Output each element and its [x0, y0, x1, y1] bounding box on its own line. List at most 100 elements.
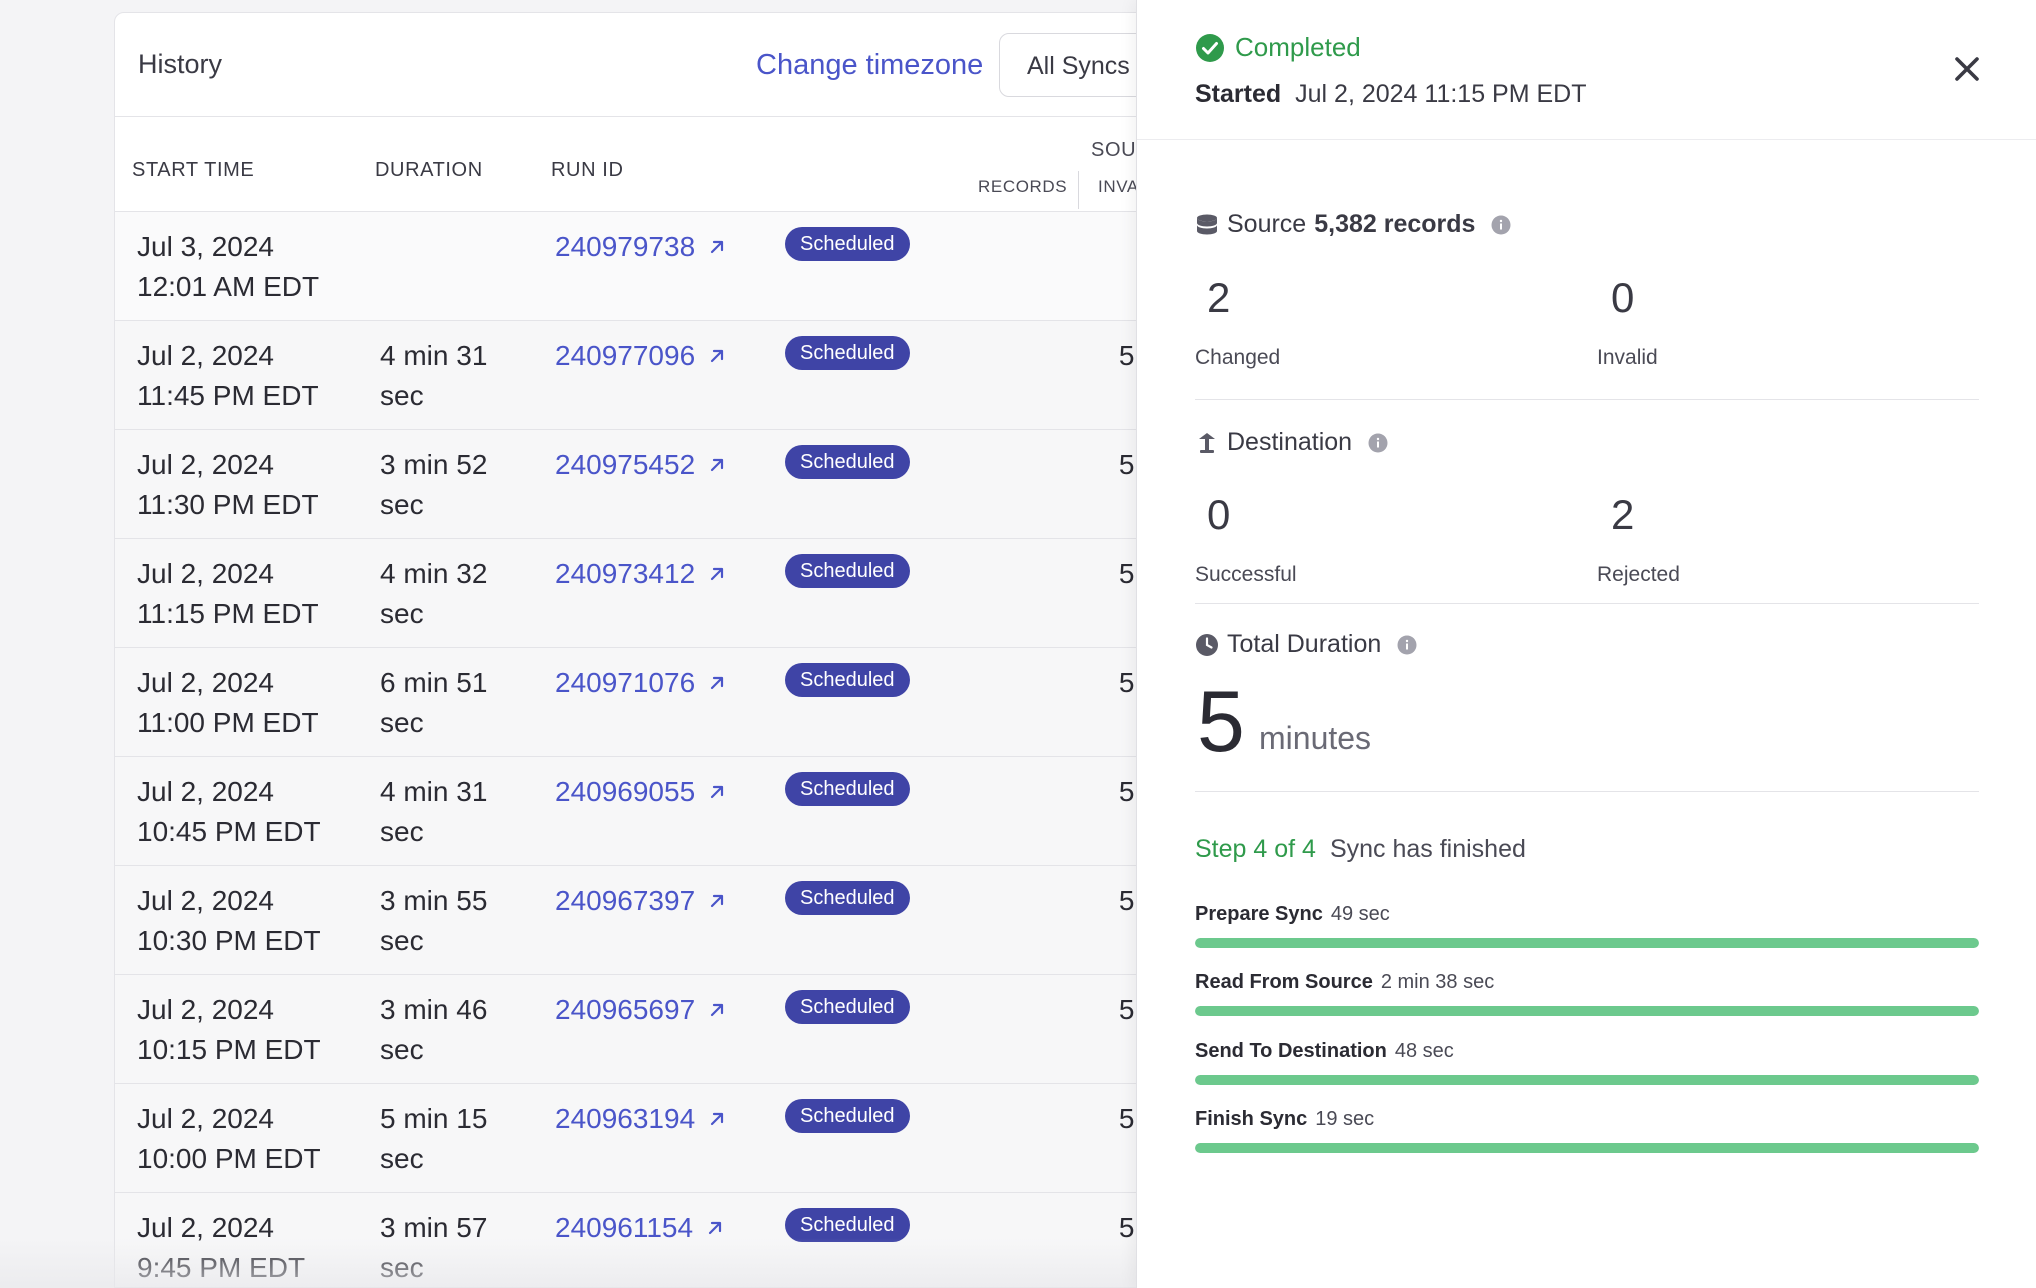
check-circle-icon [1196, 33, 1224, 62]
start-date: Jul 2, 2024 [137, 340, 274, 371]
run-id-link[interactable]: 240975452 [555, 449, 727, 481]
stage-name: Prepare Sync [1195, 903, 1323, 925]
start-clock: 11:00 PM EDT [137, 707, 319, 738]
run-id-link[interactable]: 240961154 [555, 1212, 725, 1244]
run-id[interactable]: 240963194 [555, 1103, 695, 1135]
duration-line-2: sec [380, 925, 424, 956]
run-id[interactable]: 240973412 [555, 558, 695, 590]
external-link-icon[interactable] [705, 1218, 725, 1238]
stage-label: Send To Destination 48 sec [1195, 1040, 1979, 1063]
table-row[interactable]: Jul 2, 2024 11:45 PM EDT 4 min 31 sec 240977… [115, 320, 1253, 429]
scheduled-badge: Scheduled [785, 336, 910, 370]
duration-line-2: sec [380, 1034, 424, 1065]
table-row[interactable]: Jul 2, 2024 10:30 PM EDT 3 min 55 sec 240967… [115, 865, 1253, 974]
scheduled-badge: Scheduled [785, 881, 910, 915]
external-link-icon[interactable] [707, 1109, 727, 1129]
run-id-link[interactable]: 240963194 [555, 1103, 727, 1135]
stage-time: 2 min 38 sec [1380, 971, 1495, 993]
external-link-icon[interactable] [707, 346, 727, 366]
step-message: Sync has finished [1329, 835, 1526, 863]
run-id-link[interactable]: 240977096 [555, 340, 727, 372]
run-id-link[interactable]: 240965697 [555, 994, 727, 1026]
run-id-link[interactable]: 240969055 [555, 776, 727, 808]
column-header-start-time[interactable]: START TIME [132, 159, 254, 182]
source-section-title: Source 5,382 records [1195, 210, 1511, 239]
info-icon[interactable] [1368, 433, 1388, 453]
info-icon[interactable] [1491, 215, 1511, 235]
duration-cell: 4 min 31 sec [380, 336, 520, 416]
run-id-link[interactable]: 240967397 [555, 885, 727, 917]
invalid-label: Invalid [1597, 346, 1658, 369]
run-id[interactable]: 240979738 [555, 231, 695, 263]
sync-detail-panel: Completed Started Jul 2, 2024 11:15 PM ED… [1136, 0, 2036, 1288]
duration-cell: 3 min 57 sec [380, 1208, 520, 1287]
start-clock: 10:15 PM EDT [137, 1034, 321, 1065]
table-row[interactable]: Jul 2, 2024 9:45 PM EDT 3 min 57 sec 2409611… [115, 1192, 1253, 1287]
run-id-link[interactable]: 240971076 [555, 667, 727, 699]
external-link-icon[interactable] [707, 673, 727, 693]
table-row[interactable]: Jul 3, 2024 12:01 AM EDT 240979738 Schedule… [115, 211, 1253, 320]
scheduled-badge: Scheduled [785, 1099, 910, 1133]
stage-read-from-source: Read From Source 2 min 38 sec [1195, 971, 1979, 1016]
progress-bar [1195, 1075, 1979, 1085]
run-id[interactable]: 240971076 [555, 667, 695, 699]
run-id[interactable]: 240961154 [555, 1212, 693, 1244]
column-header-records[interactable]: RECORDS [978, 177, 1067, 197]
rejected-label: Rejected [1597, 563, 1680, 586]
start-clock: 10:30 PM EDT [137, 925, 321, 956]
changed-count: 2 [1207, 274, 1231, 321]
table-row[interactable]: Jul 2, 2024 11:30 PM EDT 3 min 52 sec 240975… [115, 429, 1253, 538]
external-link-icon[interactable] [707, 891, 727, 911]
run-id[interactable]: 240965697 [555, 994, 695, 1026]
column-header-duration[interactable]: DURATION [375, 159, 483, 182]
run-id[interactable]: 240969055 [555, 776, 695, 808]
progress-bar [1195, 1143, 1979, 1153]
start-time-cell: Jul 2, 2024 11:30 PM EDT [137, 445, 319, 525]
external-link-icon[interactable] [707, 237, 727, 257]
change-timezone-link[interactable]: Change timezone [756, 49, 983, 82]
table-row[interactable]: Jul 2, 2024 11:00 PM EDT 6 min 51 sec 240971… [115, 647, 1253, 756]
column-header-invalid[interactable]: INVA [1098, 177, 1139, 197]
progress-bar [1195, 1006, 1979, 1016]
info-icon[interactable] [1397, 635, 1417, 655]
run-id[interactable]: 240967397 [555, 885, 695, 917]
progress-bar-fill [1195, 1075, 1979, 1085]
duration-line-2: sec [380, 1252, 424, 1283]
close-icon[interactable] [1950, 52, 1984, 86]
run-id[interactable]: 240975452 [555, 449, 695, 481]
duration-line-1: 3 min 52 [380, 449, 488, 480]
column-divider [1078, 171, 1079, 209]
run-id[interactable]: 240977096 [555, 340, 695, 372]
duration-cell: 6 min 51 sec [380, 663, 520, 743]
destination-label: Destination [1227, 428, 1353, 456]
duration-line-1: 3 min 46 [380, 994, 488, 1025]
table-row[interactable]: Jul 2, 2024 10:45 PM EDT 4 min 31 sec 240969… [115, 756, 1253, 865]
start-clock: 9:45 PM EDT [137, 1252, 306, 1283]
stage-name: Read From Source [1195, 971, 1373, 993]
progress-bar-fill [1195, 938, 1979, 948]
duration-line-2: sec [380, 1143, 424, 1174]
table-row[interactable]: Jul 2, 2024 10:00 PM EDT 5 min 15 sec 240963… [115, 1083, 1253, 1192]
history-header: History Change timezone All Syncs [115, 13, 1253, 117]
run-id-link[interactable]: 240979738 [555, 231, 727, 263]
duration-cell: 4 min 32 sec [380, 554, 520, 634]
external-link-icon[interactable] [707, 1000, 727, 1020]
external-link-icon[interactable] [707, 782, 727, 802]
start-time-cell: Jul 3, 2024 12:01 AM EDT [137, 227, 319, 307]
duration-line-1: 4 min 31 [380, 776, 488, 807]
divider [1195, 399, 1979, 400]
start-date: Jul 2, 2024 [137, 667, 274, 698]
duration-cell: 3 min 52 sec [380, 445, 520, 525]
stage-time: 48 sec [1394, 1040, 1454, 1062]
start-time-cell: Jul 2, 2024 11:45 PM EDT [137, 336, 319, 416]
column-header-run-id[interactable]: RUN ID [551, 159, 624, 182]
start-clock: 11:45 PM EDT [137, 380, 319, 411]
external-link-icon[interactable] [707, 455, 727, 475]
run-id-link[interactable]: 240973412 [555, 558, 727, 590]
start-date: Jul 2, 2024 [137, 1212, 274, 1243]
table-row[interactable]: Jul 2, 2024 11:15 PM EDT 4 min 32 sec 240973… [115, 538, 1253, 647]
external-link-icon[interactable] [707, 564, 727, 584]
duration-line-2: sec [380, 380, 424, 411]
table-row[interactable]: Jul 2, 2024 10:15 PM EDT 3 min 46 sec 240965… [115, 974, 1253, 1083]
column-group-source: SOU [1091, 139, 1137, 161]
